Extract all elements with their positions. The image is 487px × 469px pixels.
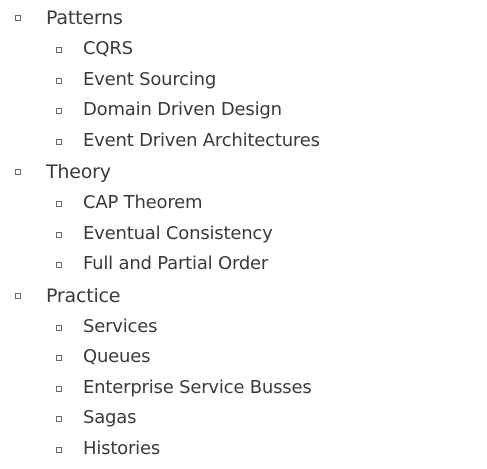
- square-bullet-icon: [56, 201, 62, 207]
- list-item: Full and Partial Order: [0, 250, 487, 281]
- square-bullet-icon: [15, 292, 21, 299]
- square-bullet-icon: [56, 385, 62, 392]
- square-bullet-icon: [56, 77, 62, 84]
- list-item: Sagas: [0, 404, 487, 435]
- list-item: Enterprise Service Busses: [0, 374, 487, 405]
- square-bullet-icon: [56, 262, 62, 268]
- list-item-label: Domain Driven Design: [83, 99, 282, 120]
- list-item-label: Sagas: [83, 407, 137, 428]
- square-bullet-icon: [56, 416, 62, 422]
- section-title: Patterns: [46, 7, 123, 29]
- square-bullet-icon: [56, 355, 62, 361]
- list-item: Domain Driven Design: [0, 96, 487, 127]
- list-item-label: Enterprise Service Busses: [83, 376, 312, 398]
- square-bullet-icon: [15, 15, 21, 21]
- square-bullet-icon: [56, 446, 62, 453]
- list-item: Event Driven Architectures: [0, 127, 487, 158]
- list-item: Queues: [0, 343, 487, 374]
- square-bullet-icon: [15, 169, 21, 175]
- list-item-label: CQRS: [83, 38, 133, 59]
- list-item: Histories: [0, 435, 487, 466]
- square-bullet-icon: [56, 47, 62, 53]
- square-bullet-icon: [56, 138, 62, 145]
- square-bullet-icon: [56, 324, 62, 331]
- list-item-label: Histories: [83, 437, 161, 459]
- square-bullet-icon: [56, 231, 62, 238]
- section-heading-theory: Theory: [0, 157, 487, 189]
- list-item-label: Full and Partial Order: [83, 253, 269, 274]
- section-title: Practice: [46, 284, 121, 307]
- list-item: Event Sourcing: [0, 66, 487, 97]
- section-heading-patterns: Patterns: [0, 3, 487, 35]
- list-item-label: Eventual Consistency: [83, 222, 273, 244]
- section-heading-practice: Practice: [0, 281, 487, 313]
- list-item-label: Event Sourcing: [83, 68, 217, 90]
- square-bullet-icon: [56, 108, 62, 114]
- list-item-label: CAP Theorem: [83, 192, 203, 213]
- section-title: Theory: [46, 161, 111, 183]
- list-item: Services: [0, 313, 487, 344]
- topic-outline: Patterns CQRS Event Sourcing Domain Driv…: [0, 3, 487, 465]
- list-item-label: Event Driven Architectures: [83, 129, 320, 151]
- list-item: CQRS: [0, 35, 487, 66]
- list-item: CAP Theorem: [0, 189, 487, 220]
- list-item: Eventual Consistency: [0, 220, 487, 251]
- list-item-label: Services: [83, 315, 158, 337]
- list-item-label: Queues: [83, 346, 151, 367]
